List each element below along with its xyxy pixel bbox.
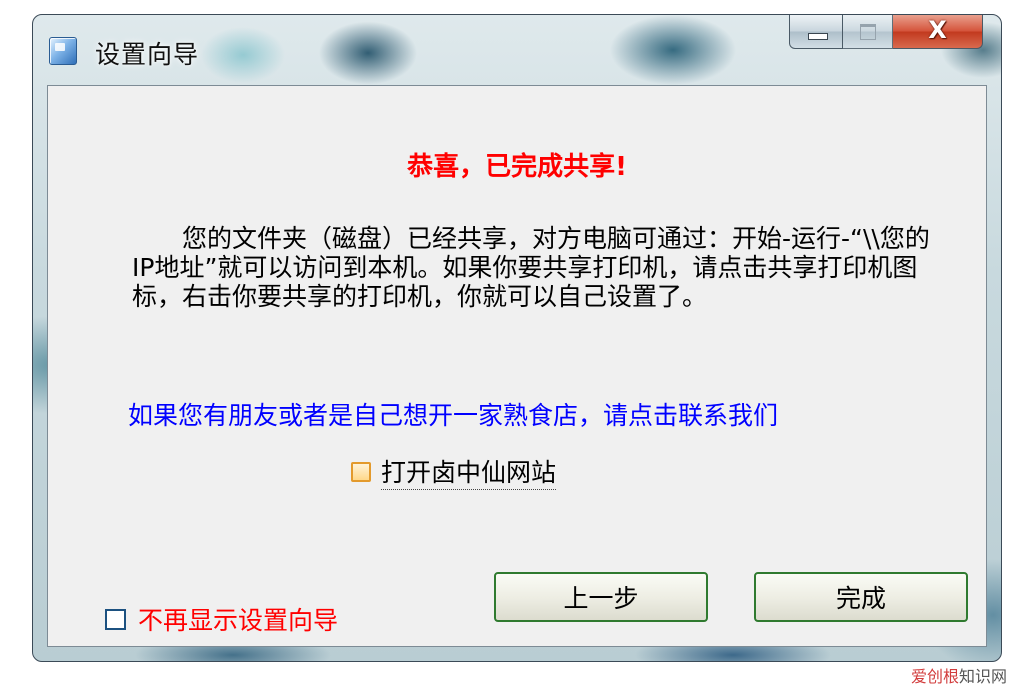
open-website-label[interactable]: 打开卤中仙网站 — [381, 453, 557, 490]
window-title: 设置向导 — [95, 40, 200, 69]
dont-show-again-label[interactable]: 不再显示设置向导 — [138, 601, 338, 637]
minimize-button[interactable] — [789, 15, 843, 49]
title-bar[interactable]: 设置向导 X — [33, 15, 1001, 85]
screenshot-stage: 设置向导 X 恭喜，已完成共享! 您的文件夹（磁盘）已经共享，对方电脑可通过：开… — [0, 0, 1021, 695]
previous-step-button[interactable]: 上一步 — [494, 572, 708, 622]
wizard-content-panel: 恭喜，已完成共享! 您的文件夹（磁盘）已经共享，对方电脑可通过：开始-运行-“\… — [47, 85, 987, 647]
app-icon — [49, 37, 77, 65]
setup-wizard-window: 设置向导 X 恭喜，已完成共享! 您的文件夹（磁盘）已经共享，对方电脑可通过：开… — [32, 14, 1002, 662]
watermark-accent-text: 爱创根 — [910, 667, 959, 686]
maximize-icon — [860, 24, 876, 40]
checkbox-icon[interactable] — [105, 608, 126, 630]
contact-us-link[interactable]: 如果您有朋友或者是自己想开一家熟食店，请点击联系我们 — [128, 396, 948, 432]
completion-heading: 恭喜，已完成共享! — [407, 152, 627, 182]
maximize-button[interactable] — [843, 15, 893, 49]
close-icon: X — [928, 16, 947, 44]
watermark-text: 知识网 — [958, 667, 1007, 686]
close-button[interactable]: X — [893, 15, 983, 49]
minimize-icon — [808, 33, 828, 40]
share-instructions-text: 您的文件夹（磁盘）已经共享，对方电脑可通过：开始-运行-“\\您的IP地址”就可… — [132, 224, 930, 311]
caption-buttons: X — [789, 15, 983, 49]
site-watermark: 爱创根知识网 — [911, 663, 1007, 687]
dont-show-again-checkbox[interactable]: 不再显示设置向导 — [105, 601, 338, 637]
open-website-checkbox[interactable]: 打开卤中仙网站 — [351, 453, 557, 490]
finish-button[interactable]: 完成 — [754, 572, 968, 622]
checkbox-icon[interactable] — [351, 461, 371, 482]
